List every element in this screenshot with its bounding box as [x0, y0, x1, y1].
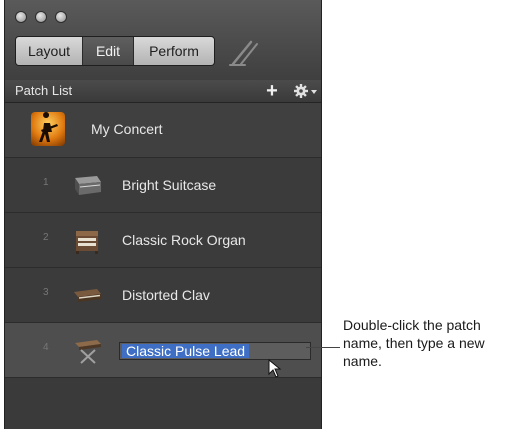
window-toolbar: Layout Edit Perform [5, 0, 321, 81]
concert-name: My Concert [91, 121, 163, 137]
patch-row-selected[interactable]: 4 Classic Pulse Lead [5, 323, 321, 378]
mouse-pointer-icon [268, 359, 282, 378]
close-window-button[interactable] [15, 11, 27, 23]
chevron-down-icon [311, 90, 317, 94]
mainstage-window: Layout Edit Perform Patch List + My Conc… [4, 0, 322, 429]
edit-mode-button[interactable]: Edit [83, 37, 134, 65]
layout-mode-button[interactable]: Layout [16, 37, 83, 65]
callout-annotation: Double-click the patch name, then type a… [343, 316, 528, 370]
organ-icon [76, 231, 98, 254]
patch-row[interactable]: 1 Bright Suitcase [5, 158, 321, 213]
patch-row[interactable]: 2 Classic Rock Organ [5, 213, 321, 268]
patch-list-header: Patch List + [5, 80, 321, 103]
patch-name: Bright Suitcase [122, 177, 217, 193]
patch-name: Distorted Clav [122, 287, 210, 303]
callout-line-2: name, then type a new [343, 335, 485, 351]
perform-mode-button[interactable]: Perform [134, 37, 214, 65]
zoom-window-button[interactable] [55, 11, 67, 23]
add-patch-button[interactable]: + [263, 81, 281, 101]
electric-piano-icon [75, 176, 101, 195]
patch-list-title: Patch List [15, 83, 73, 98]
patch-name: Classic Rock Organ [122, 232, 246, 248]
mode-segmented-control: Layout Edit Perform [15, 36, 215, 66]
concert-row[interactable]: My Concert [5, 103, 321, 158]
minimize-window-button[interactable] [35, 11, 47, 23]
callout-leader-line [306, 347, 340, 348]
patch-number: 2 [43, 232, 49, 243]
patch-number: 3 [43, 287, 49, 298]
patch-row[interactable]: 3 Distorted Clav [5, 268, 321, 323]
concert-guitarist-icon [31, 112, 65, 146]
tuner-icon[interactable] [227, 34, 263, 68]
callout-line-3: name. [343, 353, 382, 369]
patch-number: 4 [43, 342, 49, 353]
clavinet-icon [74, 289, 101, 302]
synth-keyboard-stand-icon [75, 340, 101, 364]
patch-number: 1 [43, 177, 49, 188]
patch-name-selected-text[interactable]: Classic Pulse Lead [122, 344, 250, 358]
patch-name-edit-field[interactable]: Classic Pulse Lead [119, 342, 311, 360]
gear-icon[interactable] [292, 82, 318, 100]
callout-line-1: Double-click the patch [343, 317, 481, 333]
window-controls [15, 11, 67, 23]
